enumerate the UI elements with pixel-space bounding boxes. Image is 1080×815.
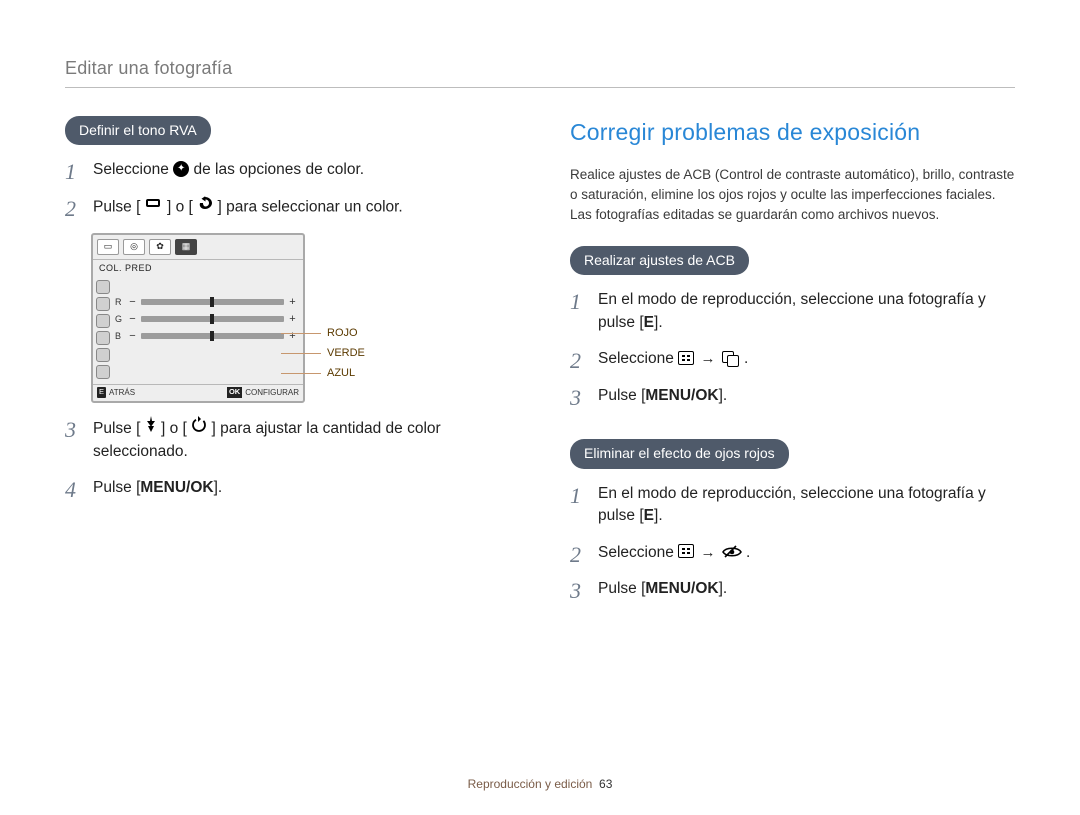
color-custom-icon: ✦ bbox=[173, 161, 189, 177]
page-header: Editar una fotografía bbox=[65, 55, 1015, 88]
lcd-ok: OK CONFIGURAR bbox=[227, 387, 299, 399]
redeye-fix-icon bbox=[722, 545, 742, 557]
swatch-icon bbox=[96, 314, 110, 328]
text: ] o [ bbox=[167, 198, 193, 215]
lcd-screen: ▭ ◎ ✿ ▦ COL. PRED bbox=[91, 233, 305, 404]
plus-icon: + bbox=[288, 315, 297, 323]
lcd-sliders: R − + G − + bbox=[113, 278, 303, 384]
text: Pulse [ bbox=[93, 420, 140, 437]
text: ]. bbox=[214, 479, 223, 496]
swatch-icon bbox=[96, 331, 110, 345]
section-intro: Realice ajustes de ACB (Control de contr… bbox=[570, 165, 1015, 224]
section-title-exposure: Corregir problemas de exposición bbox=[570, 116, 1015, 149]
lcd-tabs: ▭ ◎ ✿ ▦ bbox=[93, 235, 303, 260]
minus-icon: − bbox=[128, 315, 137, 323]
adjust-menu-icon bbox=[678, 544, 694, 558]
minus-icon: − bbox=[128, 332, 137, 340]
callout-blue: AZUL bbox=[281, 366, 355, 382]
lcd-tab-rotate-icon: ◎ bbox=[123, 239, 145, 255]
adjust-menu-icon bbox=[678, 351, 694, 365]
lcd-tab-adjust-icon: ▦ bbox=[175, 239, 197, 255]
minus-icon: − bbox=[128, 298, 137, 306]
dpad-up-icon bbox=[191, 416, 207, 439]
slider-r-row: R − + bbox=[115, 296, 297, 309]
menu-ok-key: MENU/OK bbox=[645, 580, 718, 597]
lcd-back: E ATRÁS bbox=[97, 387, 135, 399]
slider-b-label: B bbox=[115, 330, 124, 343]
slider-g bbox=[141, 316, 284, 322]
slider-b bbox=[141, 333, 284, 339]
lcd-back-key: E bbox=[97, 387, 106, 398]
text: Pulse [ bbox=[93, 198, 140, 215]
acb-step-3: Pulse [MENU/OK]. bbox=[570, 385, 1015, 407]
arrow-icon: → bbox=[698, 544, 721, 561]
text: ]. bbox=[719, 580, 728, 597]
plus-icon: + bbox=[288, 298, 297, 306]
page-footer: Reproducción y edición 63 bbox=[0, 776, 1080, 793]
left-step-1: Seleccione ✦ de las opciones de color. bbox=[65, 159, 510, 181]
slider-r-label: R bbox=[115, 296, 124, 309]
callout-red: ROJO bbox=[281, 326, 358, 342]
lcd-swatch-column bbox=[93, 278, 113, 384]
acb-step-2: Seleccione → . bbox=[570, 348, 1015, 370]
swatch-icon bbox=[96, 365, 110, 379]
right-column: Corregir problemas de exposición Realice… bbox=[570, 116, 1015, 614]
callout-green-label: VERDE bbox=[327, 346, 365, 362]
text: . bbox=[746, 544, 750, 561]
lcd-illustration: ▭ ◎ ✿ ▦ COL. PRED bbox=[91, 233, 401, 404]
menu-ok-key: MENU/OK bbox=[645, 387, 718, 404]
swatch-icon bbox=[96, 348, 110, 362]
text: Seleccione bbox=[598, 350, 678, 367]
footer-page-number: 63 bbox=[599, 777, 612, 791]
lcd-preset-label: COL. PRED bbox=[93, 260, 303, 278]
lcd-bottom-bar: E ATRÁS OK CONFIGURAR bbox=[93, 384, 303, 402]
text: Seleccione bbox=[93, 161, 173, 178]
slider-g-label: G bbox=[115, 313, 124, 326]
redeye-step-1: En el modo de reproducción, seleccione u… bbox=[570, 483, 1015, 528]
lcd-ok-key: OK bbox=[227, 387, 242, 398]
key-e: E bbox=[644, 314, 654, 331]
callout-red-label: ROJO bbox=[327, 326, 358, 342]
arrow-icon: → bbox=[698, 350, 721, 367]
dpad-down-icon bbox=[145, 416, 157, 439]
pill-acb: Realizar ajustes de ACB bbox=[570, 246, 749, 275]
left-step-2: Pulse [ ] o [ ] para seleccionar un colo… bbox=[65, 196, 510, 219]
left-step-3: Pulse [ ] o [ ] para ajustar la cantidad… bbox=[65, 417, 510, 463]
slider-r bbox=[141, 299, 284, 305]
lcd-ok-label: CONFIGURAR bbox=[245, 387, 299, 399]
acb-step-1: En el modo de reproducción, seleccione u… bbox=[570, 289, 1015, 334]
text: ]. bbox=[654, 314, 663, 331]
text: ]. bbox=[719, 387, 728, 404]
slider-g-row: G − + bbox=[115, 313, 297, 326]
redeye-step-2: Seleccione → . bbox=[570, 542, 1015, 564]
callout-blue-label: AZUL bbox=[327, 366, 355, 382]
callout-green: VERDE bbox=[281, 346, 365, 362]
dpad-left-icon bbox=[145, 195, 163, 217]
acb-icon bbox=[722, 351, 740, 365]
pill-redeye: Eliminar el efecto de ojos rojos bbox=[570, 439, 789, 468]
footer-section-label: Reproducción y edición bbox=[468, 777, 593, 791]
text: ]. bbox=[654, 507, 663, 524]
slider-b-row: B − + bbox=[115, 330, 297, 343]
redeye-step-3: Pulse [MENU/OK]. bbox=[570, 578, 1015, 600]
text: . bbox=[744, 350, 748, 367]
text: Pulse [ bbox=[598, 387, 645, 404]
lcd-back-label: ATRÁS bbox=[109, 387, 135, 399]
swatch-icon bbox=[96, 297, 110, 311]
dpad-right-icon bbox=[197, 195, 213, 217]
menu-ok-key: MENU/OK bbox=[140, 479, 213, 496]
lcd-tab-resize-icon: ▭ bbox=[97, 239, 119, 255]
text: Pulse [ bbox=[93, 479, 140, 496]
pill-define-rgb: Definir el tono RVA bbox=[65, 116, 211, 145]
lcd-tab-color-icon: ✿ bbox=[149, 239, 171, 255]
left-column: Definir el tono RVA Seleccione ✦ de las … bbox=[65, 116, 510, 614]
text: Seleccione bbox=[598, 544, 678, 561]
swatch-icon bbox=[96, 280, 110, 294]
text: ] o [ bbox=[161, 420, 187, 437]
key-e: E bbox=[644, 507, 654, 524]
text: ] para seleccionar un color. bbox=[218, 198, 403, 215]
text: Pulse [ bbox=[598, 580, 645, 597]
text: de las opciones de color. bbox=[193, 161, 364, 178]
left-step-4: Pulse [MENU/OK]. bbox=[65, 477, 510, 499]
